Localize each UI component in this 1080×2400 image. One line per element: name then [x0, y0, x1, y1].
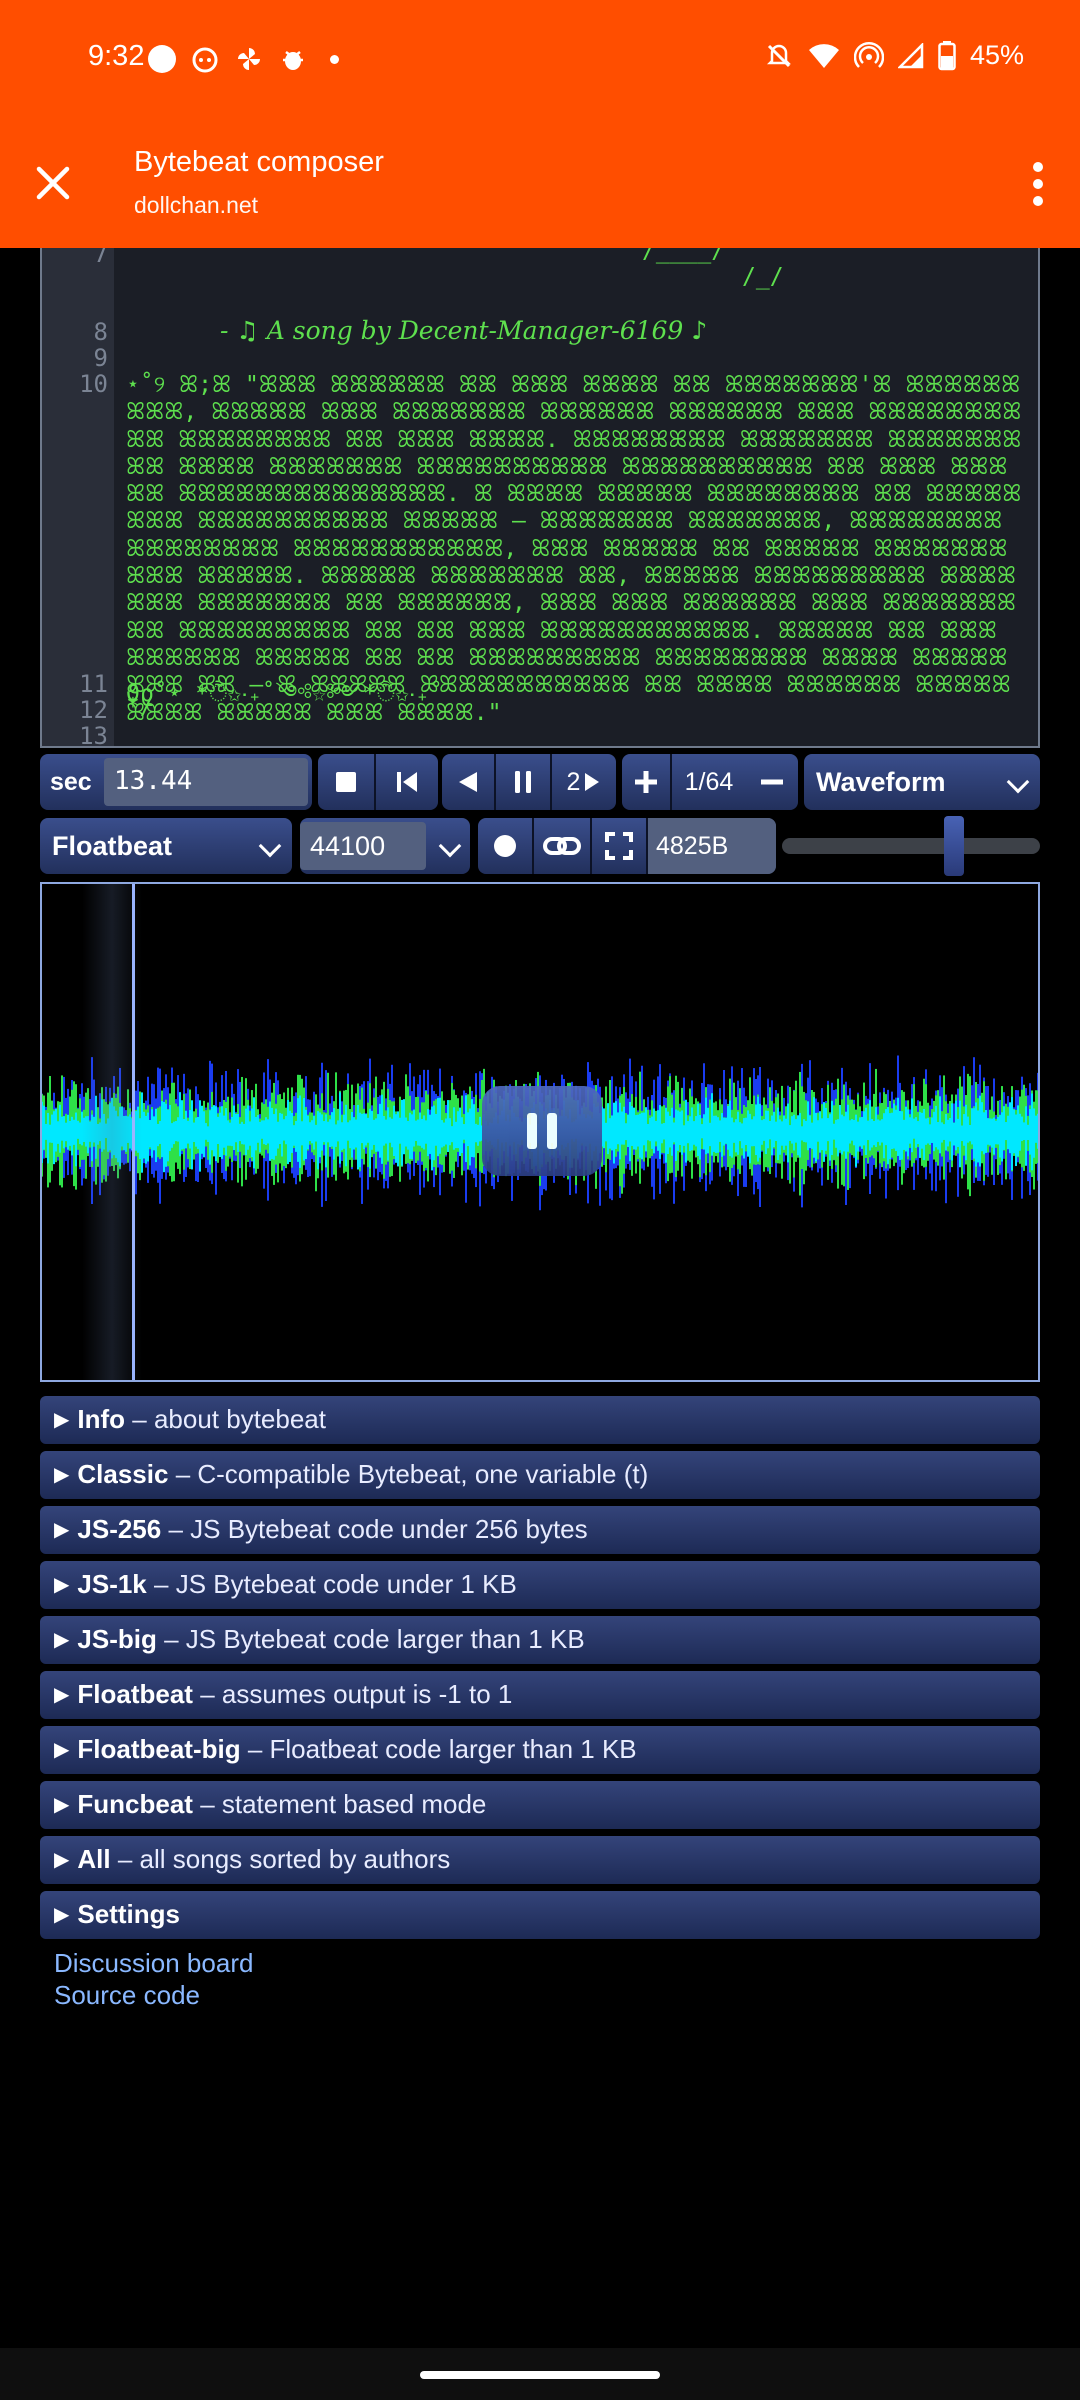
zoom-in-button[interactable]: [622, 754, 672, 810]
line-number: 11: [79, 670, 108, 698]
tools-group: 4825B: [478, 818, 776, 874]
center-pause-button[interactable]: [482, 1086, 602, 1176]
mode-value: Floatbeat: [52, 830, 173, 861]
speed-label: 2: [566, 767, 581, 796]
expand-icon: [605, 832, 633, 860]
play-speed-button[interactable]: 2: [552, 754, 616, 810]
code-line-11: ϑϱ˚⋆ *ੈ✩‧₊˚༺☆༻*ੈ✩‧₊˚: [126, 681, 444, 707]
sample-rate-combo[interactable]: 44100: [300, 818, 470, 874]
zoom-out-button[interactable]: [746, 754, 798, 810]
code-line-12: */: [126, 694, 154, 720]
code-line-7b: /_/: [742, 264, 784, 290]
section-classic[interactable]: ▶ Classic – C-compatible Bytebeat, one va…: [40, 1451, 1040, 1499]
fullscreen-button[interactable]: [592, 818, 648, 874]
display-mode-select[interactable]: Waveform: [804, 754, 1040, 810]
line-number: 7: [93, 248, 108, 268]
source-code-link[interactable]: Source code: [54, 1980, 200, 2011]
section-floatbeat[interactable]: ▶ Floatbeat – assumes output is -1 to 1: [40, 1671, 1040, 1719]
pause-icon: [515, 771, 531, 793]
wifi-icon: [808, 43, 839, 68]
volume-slider-track[interactable]: [782, 838, 1040, 854]
tab-title: Bytebeat composer: [134, 146, 384, 178]
hotspot-icon: [853, 41, 884, 68]
scale-group: 1/64: [622, 754, 798, 810]
pause-bar-icon: [547, 1113, 557, 1149]
bug-icon: [278, 44, 308, 74]
pause-bar-icon: [527, 1113, 537, 1149]
play-icon: [585, 773, 600, 791]
section-info[interactable]: ▶ Info – about bytebeat: [40, 1396, 1040, 1444]
code-line-7a: /____/: [642, 248, 726, 264]
battery-icon: [938, 40, 956, 70]
skip-back-icon: [397, 772, 417, 792]
section-settings[interactable]: ▶ Settings: [40, 1891, 1040, 1939]
navigation-bar: [0, 2348, 1080, 2400]
line-number: 10: [79, 370, 108, 398]
plus-icon: [635, 771, 657, 793]
home-gesture-handle[interactable]: [420, 2371, 660, 2379]
line-number: 12: [79, 696, 108, 724]
line-number: 9: [93, 344, 108, 372]
play-reverse-button[interactable]: [442, 754, 496, 810]
notification-dot-icon: [148, 45, 176, 73]
volume-slider-thumb[interactable]: [943, 816, 964, 876]
status-bar: 9:32 45%: [0, 0, 1080, 120]
time-input[interactable]: 13.44: [104, 758, 308, 806]
scale-label: 1/64: [684, 767, 734, 796]
line-number: 8: [93, 318, 108, 346]
pause-button[interactable]: [496, 754, 552, 810]
browser-tab-bar: Bytebeat composer dollchan.net: [0, 120, 1080, 248]
display-mode-value: Waveform: [816, 766, 946, 797]
time-control: sec 13.44: [40, 754, 312, 810]
more-menu-icon[interactable]: [1032, 162, 1044, 206]
transport-group-2: 2: [442, 754, 616, 810]
line-number: 13: [79, 722, 108, 748]
battery-percent: 45%: [969, 40, 1024, 70]
notification-icons: [148, 44, 339, 74]
line-gutter: 7 8 9 10 11 12 13: [42, 248, 114, 746]
reddit-icon: [190, 44, 220, 74]
transport-group-1: [318, 754, 438, 810]
chevron-down-icon: [1006, 770, 1030, 794]
mute-icon: [766, 44, 791, 67]
section-js-256[interactable]: ▶ JS-256 – JS Bytebeat code under 256 byt…: [40, 1506, 1040, 1554]
system-icons: 45%: [764, 40, 1024, 71]
stop-icon: [336, 772, 356, 792]
chevron-down-icon[interactable]: [438, 834, 462, 858]
section-js-big[interactable]: ▶ JS-big – JS Bytebeat code larger than 1…: [40, 1616, 1040, 1664]
stop-button[interactable]: [318, 754, 376, 810]
record-button[interactable]: [478, 818, 534, 874]
share-link-button[interactable]: [534, 818, 592, 874]
record-icon: [494, 835, 516, 857]
minus-icon: [761, 779, 783, 785]
code-line-8: - ♫ A song by Decent-Manager-6169 ♪: [220, 316, 708, 345]
playhead-line: [132, 884, 135, 1380]
signal-icon: [897, 42, 924, 68]
sec-label: sec: [50, 767, 92, 796]
section-funcbeat[interactable]: ▶ Funcbeat – statement based mode: [40, 1781, 1040, 1829]
play-back-icon: [459, 772, 477, 792]
code-size-label: 4825B: [648, 818, 776, 874]
link-icon: [543, 837, 581, 855]
mode-select[interactable]: Floatbeat: [40, 818, 292, 874]
close-icon[interactable]: [30, 160, 76, 206]
code-editor[interactable]: 7 8 9 10 11 12 13 /____/ /_/ - ♫ A song …: [40, 248, 1040, 748]
sample-rate-input[interactable]: 44100: [300, 822, 426, 870]
more-notifications-icon: [330, 54, 339, 64]
status-time: 9:32: [88, 40, 145, 72]
tab-url: dollchan.net: [134, 192, 259, 218]
section-all[interactable]: ▶ All – all songs sorted by authors: [40, 1836, 1040, 1884]
rewind-button[interactable]: [376, 754, 438, 810]
waveform-canvas[interactable]: [40, 882, 1040, 1382]
section-js-1k[interactable]: ▶ JS-1k – JS Bytebeat code under 1 KB: [40, 1561, 1040, 1609]
discussion-board-link[interactable]: Discussion board: [54, 1948, 253, 1979]
section-floatbeat-big[interactable]: ▶ Floatbeat-big – Floatbeat code larger t…: [40, 1726, 1040, 1774]
pinwheel-icon: [234, 44, 264, 74]
chevron-down-icon: [258, 834, 282, 858]
